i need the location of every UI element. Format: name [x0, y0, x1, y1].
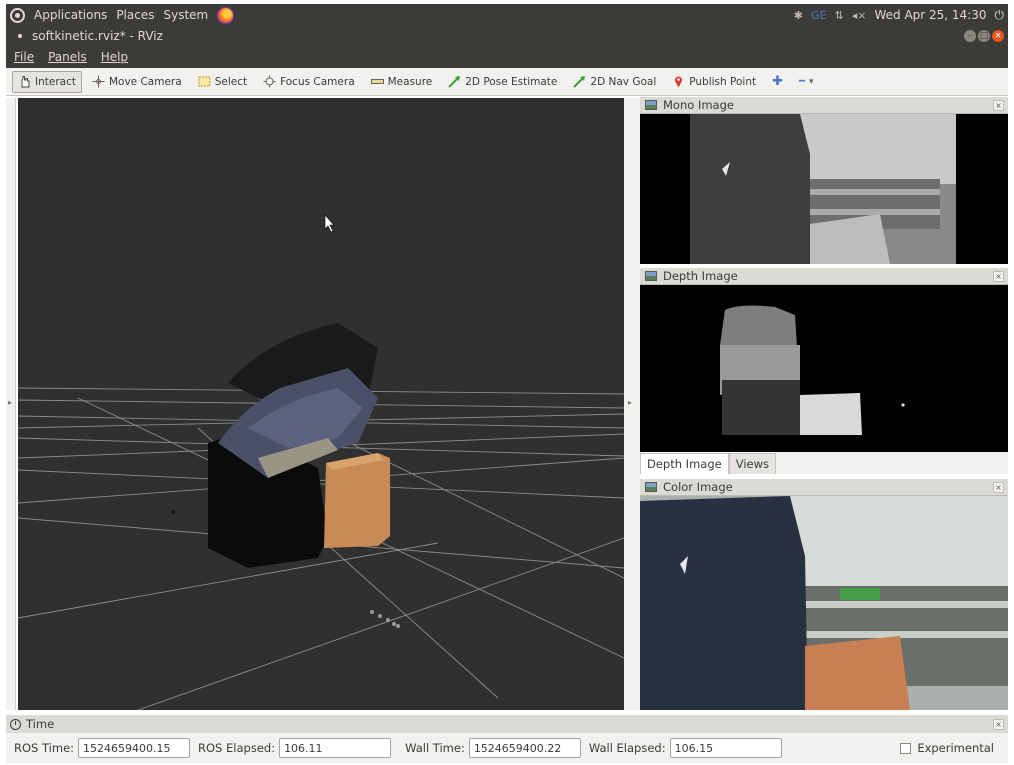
nav-arrow-icon: [573, 76, 586, 88]
hand-icon: [21, 76, 30, 88]
color-image-panel-header[interactable]: Color Image ×: [640, 479, 1008, 496]
ros-time-label: ROS Time:: [14, 741, 75, 755]
minus-icon: ━: [799, 76, 806, 87]
panel-tab-bar: Depth Image Views: [640, 452, 1008, 474]
move-camera-icon: [92, 75, 105, 88]
minimize-button[interactable]: –: [964, 30, 976, 42]
maximize-button[interactable]: □: [978, 30, 990, 42]
tool-measure-button[interactable]: Measure: [365, 71, 439, 93]
time-panel-header[interactable]: Time ×: [6, 715, 1008, 733]
menu-places[interactable]: Places: [116, 8, 154, 22]
ruler-icon: [370, 79, 384, 84]
map-pin-icon: [675, 76, 683, 88]
depth-image-panel-header[interactable]: Depth Image ×: [640, 268, 1008, 285]
window-title-bar: softkinetic.rviz* - RViz – □ ×: [6, 26, 1008, 46]
color-camera-frame: [640, 496, 1008, 710]
ros-elapsed-field[interactable]: [279, 738, 392, 758]
close-mono-panel-button[interactable]: ×: [993, 99, 1004, 111]
tool-2d-pose-estimate-button[interactable]: 2D Pose Estimate: [442, 71, 563, 93]
close-window-button[interactable]: ×: [992, 30, 1004, 42]
mono-image-panel-header[interactable]: Mono Image ×: [640, 97, 1008, 114]
tool-move-camera-label: Move Camera: [108, 75, 182, 88]
close-time-panel-button[interactable]: ×: [993, 718, 1004, 730]
clock-datetime[interactable]: Wed Apr 25, 14:30: [874, 8, 986, 22]
ubuntu-logo-icon[interactable]: [10, 7, 25, 23]
mono-camera-frame: [690, 114, 956, 264]
menu-bar: File Panels Help: [6, 46, 1008, 68]
tool-interact-button[interactable]: Interact: [12, 70, 82, 93]
time-panel-title: Time: [26, 717, 55, 731]
experimental-label: Experimental: [917, 741, 994, 755]
tool-move-camera-button[interactable]: Move Camera: [86, 71, 188, 93]
focus-camera-icon: [263, 75, 276, 88]
expand-left-arrow-icon[interactable]: ▸: [8, 398, 12, 407]
ros-elapsed-label: ROS Elapsed:: [198, 741, 276, 755]
collapse-right-arrow-icon[interactable]: ▸: [628, 398, 632, 407]
tool-interact-label: Interact: [35, 75, 76, 88]
volume-muted-icon[interactable]: ◂×: [852, 9, 867, 22]
menu-file[interactable]: File: [14, 50, 34, 64]
window-title: softkinetic.rviz* - RViz: [32, 29, 163, 43]
render-3d-view[interactable]: [18, 98, 624, 710]
menu-system[interactable]: System: [163, 8, 208, 22]
system-top-bar: Applications Places System ✱ GE ⇅ ◂× Wed…: [6, 4, 1008, 26]
pose-arrow-icon: [448, 76, 461, 88]
close-color-panel-button[interactable]: ×: [993, 481, 1004, 493]
tool-publish-point-button[interactable]: Publish Point: [666, 71, 762, 93]
network-icon[interactable]: ⇅: [835, 9, 844, 22]
wall-elapsed-field[interactable]: [669, 738, 782, 758]
tool-select-label: Select: [214, 75, 248, 88]
wall-time-label: Wall Time:: [405, 741, 465, 755]
mono-image-view: [640, 114, 1008, 264]
tool-measure-label: Measure: [387, 75, 433, 88]
tool-focus-camera-button[interactable]: Focus Camera: [257, 71, 361, 93]
select-icon: [198, 76, 211, 87]
wall-time-field[interactable]: [468, 738, 581, 758]
clock-icon: [10, 718, 21, 730]
color-image-title: Color Image: [663, 480, 733, 494]
image-icon: [645, 100, 657, 110]
tool-select-button[interactable]: Select: [192, 71, 253, 93]
window-menu-icon[interactable]: [18, 34, 22, 38]
experimental-checkbox[interactable]: [900, 742, 912, 754]
tab-depth-image[interactable]: Depth Image: [640, 453, 729, 474]
image-icon: [645, 271, 657, 281]
color-image-view: [640, 496, 1008, 710]
dropdown-arrow-icon: ▾: [809, 76, 814, 87]
mono-image-title: Mono Image: [663, 98, 734, 112]
point-cloud-box: [324, 453, 390, 548]
bluetooth-icon[interactable]: ✱: [794, 9, 803, 22]
depth-image-view: [640, 285, 1008, 452]
depth-image-title: Depth Image: [663, 269, 738, 283]
firefox-icon[interactable]: [217, 6, 235, 24]
time-panel: ROS Time: ROS Elapsed: Wall Time: Wall E…: [6, 733, 1008, 763]
tool-publish-point-label: Publish Point: [689, 75, 757, 88]
menu-help[interactable]: Help: [101, 50, 128, 64]
menu-applications[interactable]: Applications: [34, 8, 107, 22]
tool-focus-camera-label: Focus Camera: [280, 75, 355, 88]
tool-2d-pose-estimate-label: 2D Pose Estimate: [465, 75, 558, 88]
remove-tool-button[interactable]: ━ ▾: [793, 71, 820, 93]
add-tool-button[interactable]: ✚: [766, 71, 789, 93]
ros-time-field[interactable]: [78, 738, 191, 758]
left-dock-handle[interactable]: ▸: [6, 98, 16, 710]
keyboard-layout-indicator[interactable]: GE: [811, 9, 826, 22]
point-cloud-scene: [18, 214, 624, 710]
plus-icon: ✚: [772, 74, 783, 89]
wall-elapsed-label: Wall Elapsed:: [588, 741, 666, 755]
depth-camera-frame: [720, 305, 905, 435]
tools-toolbar: Interact Move Camera Select Focus Camera…: [6, 68, 1008, 96]
power-icon[interactable]: ⏻: [995, 8, 1005, 23]
close-depth-panel-button[interactable]: ×: [993, 270, 1004, 282]
experimental-toggle[interactable]: Experimental: [900, 741, 994, 755]
menu-panels[interactable]: Panels: [48, 50, 87, 64]
image-icon: [645, 482, 657, 492]
panel-splitter[interactable]: ▸: [624, 98, 640, 710]
tool-2d-nav-goal-label: 2D Nav Goal: [590, 75, 657, 88]
tab-views[interactable]: Views: [728, 453, 776, 474]
tool-2d-nav-goal-button[interactable]: 2D Nav Goal: [567, 71, 662, 93]
mouse-cursor-icon: [324, 214, 335, 233]
